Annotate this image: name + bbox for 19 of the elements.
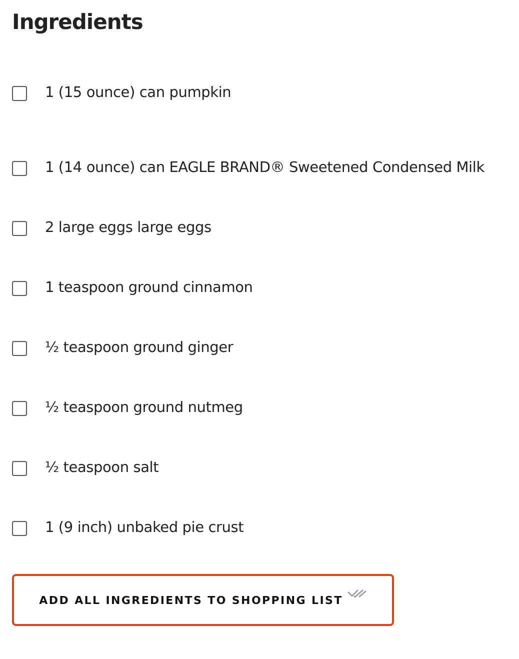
double-check-icon xyxy=(346,589,367,599)
ingredient-label: 1 (9 inch) unbaked pie crust xyxy=(45,520,244,536)
checkbox[interactable] xyxy=(12,400,27,416)
checkbox[interactable] xyxy=(12,160,27,176)
ingredient-label: ½ teaspoon ground nutmeg xyxy=(45,400,243,416)
ingredient-label: 1 teaspoon ground cinnamon xyxy=(45,280,253,296)
checkbox[interactable] xyxy=(12,340,27,356)
ingredient-label: 2 large eggs large eggs xyxy=(45,220,212,236)
checkbox[interactable] xyxy=(12,280,27,296)
checkbox[interactable] xyxy=(12,220,27,236)
ingredient-label: 1 (15 ounce) can pumpkin xyxy=(45,85,232,101)
checkbox[interactable] xyxy=(12,460,27,476)
ingredient-label: ½ teaspoon salt xyxy=(45,460,159,476)
checkbox[interactable] xyxy=(12,86,27,100)
section-heading: Ingredients xyxy=(12,9,144,36)
ingredient-label: 1 (14 ounce) can EAGLE BRAND® Sweetened Condensed Milk xyxy=(45,160,484,176)
ingredient-label: ½ teaspoon ground ginger xyxy=(45,340,234,356)
add-to-shopping-list-button[interactable]: ADD ALL INGREDIENTS TO SHOPPING LIST xyxy=(12,574,394,626)
checkbox[interactable] xyxy=(12,520,27,536)
